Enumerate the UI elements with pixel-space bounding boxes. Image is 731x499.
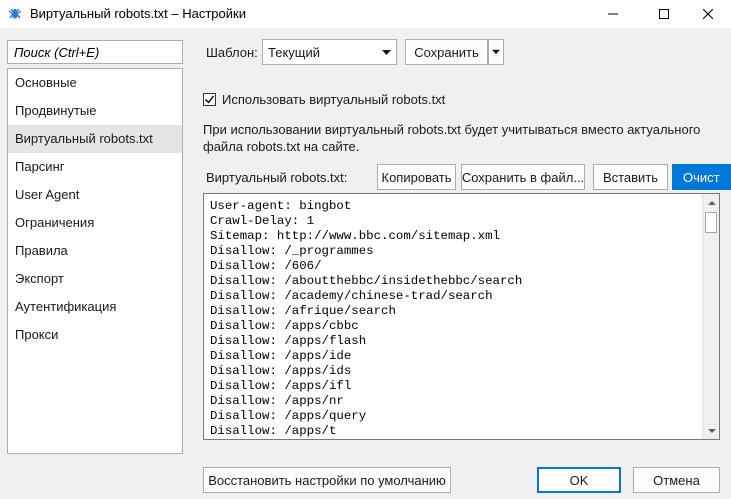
sidebar-item-export[interactable]: Экспорт [8,265,182,293]
scroll-down-button[interactable] [703,422,719,439]
close-icon [703,9,713,19]
description-line-2: файла robots.txt на сайте. [203,139,360,154]
sidebar-item-restrictions[interactable]: Ограничения [8,209,182,237]
checkmark-icon [205,95,214,104]
editor-line: Crawl-Delay: 1 [210,214,315,228]
dropdown-arrow-icon [382,50,391,55]
close-button[interactable] [685,0,731,28]
clear-button[interactable]: Очист [672,164,731,190]
editor-line: Disallow: /academy/chinese-trad/search [210,289,493,303]
editor-line: Disallow: /_programmes [210,244,374,258]
minimize-icon [608,13,618,15]
editor-line: Disallow: /apps/ide [210,349,352,363]
editor-label: Виртуальный robots.txt: [206,170,348,185]
sidebar-item-user-agent[interactable]: User Agent [8,181,182,209]
sidebar-item-basic[interactable]: Основные [8,69,182,97]
dropdown-arrow-icon [492,49,500,55]
editor-line: Disallow: /apps/t [210,424,337,438]
settings-search-box[interactable] [7,40,183,64]
editor-scrollbar[interactable] [702,194,719,439]
editor-line: Disallow: /apps/ids [210,364,352,378]
ok-button[interactable]: OK [537,467,621,493]
editor-line: User-agent: bingbot [210,199,352,213]
editor-line: Disallow: /apps/cbbc [210,319,359,333]
editor-line: Disallow: /apps/query [210,409,367,423]
chevron-down-icon [707,428,716,433]
title-bar: Виртуальный robots.txt – Настройки [0,0,731,28]
editor-line: Disallow: /apps/ifl [210,379,352,393]
editor-line: Disallow: /apps/flash [210,334,367,348]
scroll-up-button[interactable] [703,194,719,211]
template-select[interactable]: Текущий [262,39,397,65]
settings-nav-list: Основные Продвинутые Виртуальный robots.… [7,68,183,454]
robots-txt-content[interactable]: User-agent: bingbot Crawl-Delay: 1 Sitemap… [210,199,522,439]
template-selected-value: Текущий [268,44,320,60]
window-title: Виртуальный robots.txt – Настройки [30,6,246,21]
maximize-button[interactable] [641,0,687,28]
editor-line: Disallow: /apps/nr [210,394,344,408]
sidebar-item-advanced[interactable]: Продвинутые [8,97,182,125]
restore-defaults-button[interactable]: Восстановить настройки по умолчанию [203,467,451,493]
use-virtual-robots-label[interactable]: Использовать виртуальный robots.txt [222,92,445,107]
template-save-button[interactable]: Сохранить [405,39,488,65]
paste-button[interactable]: Вставить [593,164,668,190]
sidebar-item-parsing[interactable]: Парсинг [8,153,182,181]
save-to-file-button[interactable]: Сохранить в файл... [461,164,585,190]
spider-icon [7,6,23,22]
sidebar-item-rules[interactable]: Правила [8,237,182,265]
chevron-up-icon [707,200,716,205]
maximize-icon [659,9,669,19]
robots-txt-editor[interactable]: User-agent: bingbot Crawl-Delay: 1 Sitemap… [203,193,720,440]
settings-search-input[interactable] [14,44,176,60]
cancel-button[interactable]: Отмена [633,467,720,493]
editor-line: Disallow: /aboutthebbc/insidethebbc/sear… [210,274,523,288]
description-line-1: При использовании виртуальный robots.txt… [203,122,701,137]
editor-line: Sitemap: http://www.bbc.com/sitemap.xml [210,229,500,243]
sidebar-item-authentication[interactable]: Аутентификация [8,293,182,321]
template-save-dropdown-button[interactable] [488,39,504,65]
scroll-thumb[interactable] [705,212,717,233]
use-virtual-robots-checkbox[interactable] [203,93,216,106]
copy-button[interactable]: Копировать [377,164,456,190]
sidebar-item-virtual-robots[interactable]: Виртуальный robots.txt [8,125,182,153]
editor-line: Disallow: /afrique/search [210,304,396,318]
sidebar-item-proxy[interactable]: Прокси [8,321,182,349]
editor-line: Disallow: /606/ [210,259,322,273]
template-label: Шаблон: [206,45,258,60]
minimize-button[interactable] [590,0,636,28]
